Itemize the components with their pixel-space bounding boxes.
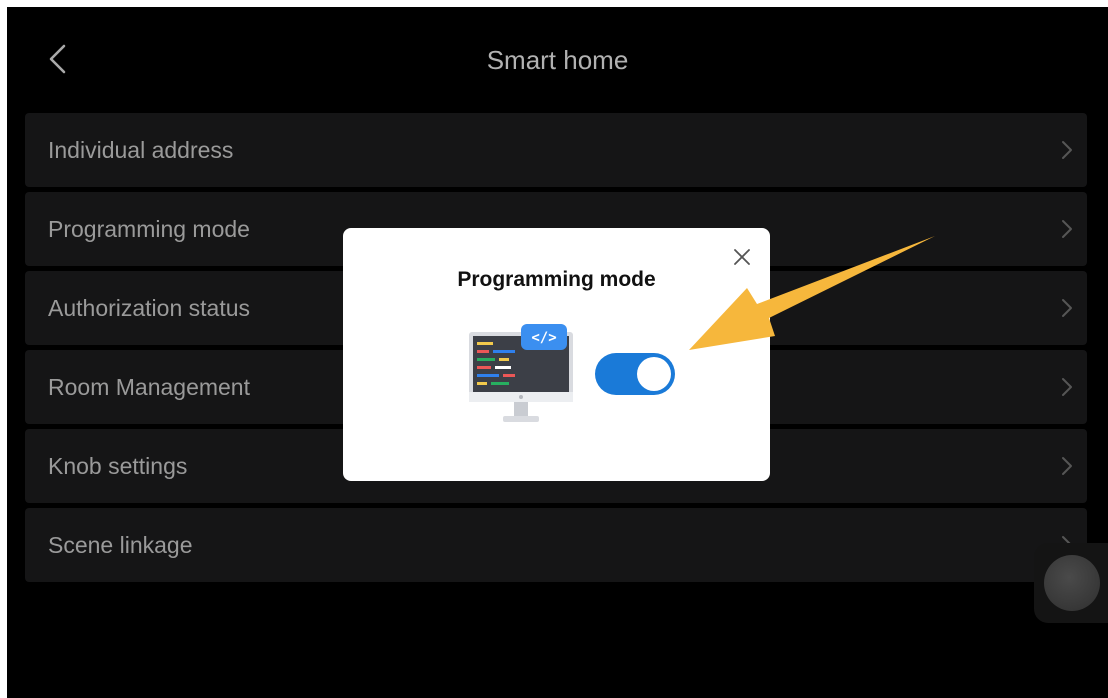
floating-assistive-button[interactable] bbox=[1034, 543, 1108, 623]
programming-mode-toggle[interactable] bbox=[595, 353, 675, 395]
computer-code-icon: </> bbox=[469, 324, 573, 422]
assistive-ball-icon bbox=[1044, 555, 1100, 611]
code-badge-text: </> bbox=[531, 330, 556, 346]
arrow-annotation-icon bbox=[689, 236, 935, 350]
app-screen: Smart home Individual address Programmin… bbox=[7, 7, 1108, 698]
toggle-knob bbox=[637, 357, 671, 391]
